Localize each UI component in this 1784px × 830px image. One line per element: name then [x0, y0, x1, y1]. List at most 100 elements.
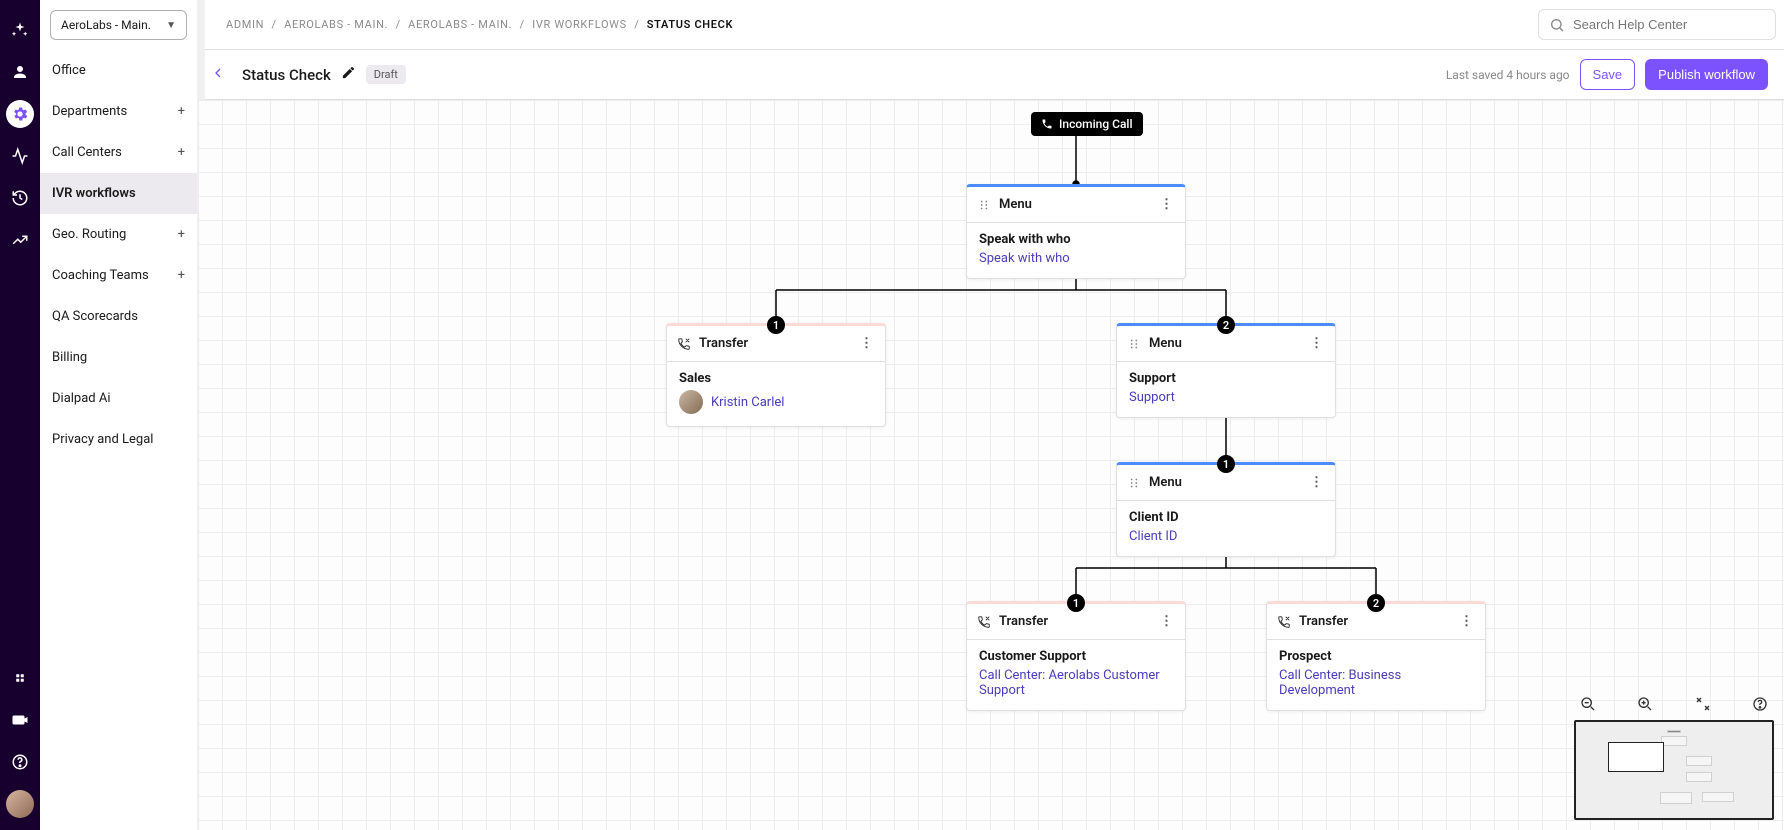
node-title: Support: [1129, 371, 1323, 386]
person-icon[interactable]: [6, 58, 34, 86]
start-node[interactable]: Incoming Call: [1031, 112, 1143, 136]
node-transfer-sales[interactable]: 1 Transfer ⋮ Sales Kristin Carlel: [666, 323, 886, 427]
sidebar-item-departments[interactable]: Departments +: [40, 91, 197, 132]
node-menu-clientid[interactable]: 1 Menu ⋮ Client ID Client ID: [1116, 462, 1336, 557]
sidebar-item-coaching-teams[interactable]: Coaching Teams +: [40, 255, 197, 296]
sparkle-icon[interactable]: [6, 16, 34, 44]
search-field[interactable]: [1571, 16, 1765, 33]
key-badge: 2: [1217, 316, 1235, 334]
workflow-title: Status Check: [242, 66, 331, 84]
more-icon[interactable]: ⋮: [1158, 195, 1175, 214]
node-type-label: Transfer: [699, 336, 748, 351]
more-icon[interactable]: ⋮: [1458, 612, 1475, 631]
sidebar-item-callcenters[interactable]: Call Centers +: [40, 132, 197, 173]
sidebar-item-label: Geo. Routing: [52, 227, 126, 242]
search-icon: [1549, 17, 1565, 33]
back-button[interactable]: [210, 65, 226, 85]
video-icon[interactable]: [6, 706, 34, 734]
sidebar-item-office[interactable]: Office: [40, 50, 197, 91]
publish-button[interactable]: Publish workflow: [1645, 59, 1768, 90]
transfer-icon: [677, 337, 691, 351]
node-title: Sales: [679, 371, 873, 386]
trending-icon[interactable]: [6, 226, 34, 254]
org-selector[interactable]: AeroLabs - Main. ▼: [50, 10, 187, 40]
icon-rail: [0, 0, 40, 830]
sidebar-item-label: Departments: [52, 104, 127, 119]
help-icon[interactable]: [6, 748, 34, 776]
crumb[interactable]: IVR WORKFLOWS: [532, 18, 627, 31]
gear-icon[interactable]: [6, 100, 34, 128]
crumb[interactable]: ADMIN: [226, 18, 264, 31]
drag-handle-icon[interactable]: [1127, 476, 1141, 490]
key-badge: 1: [1217, 455, 1235, 473]
key-badge: 1: [1067, 594, 1085, 612]
minimap-viewport[interactable]: [1608, 742, 1664, 772]
edit-title-button[interactable]: [341, 65, 356, 84]
node-subtitle: Call Center: Aerolabs Customer Support: [979, 668, 1173, 698]
sidebar-item-dialpad-ai[interactable]: Dialpad Ai: [40, 378, 197, 419]
sidebar-item-label: QA Scorecards: [52, 309, 138, 324]
node-person[interactable]: Kristin Carlel: [711, 395, 784, 410]
node-menu-speak[interactable]: Menu ⋮ Speak with who Speak with who: [966, 184, 1186, 279]
sidebar-item-label: Privacy and Legal: [52, 432, 153, 447]
plus-icon[interactable]: +: [178, 268, 185, 283]
minimap[interactable]: [1574, 720, 1774, 820]
more-icon[interactable]: ⋮: [1308, 473, 1325, 492]
sidebar-item-qa-scorecards[interactable]: QA Scorecards: [40, 296, 197, 337]
node-transfer-cs[interactable]: 1 Transfer ⋮ Customer Support Call Cente…: [966, 601, 1186, 711]
integrations-icon[interactable]: [6, 664, 34, 692]
sidebar-item-label: Call Centers: [52, 145, 122, 160]
drag-handle-icon[interactable]: [977, 198, 991, 212]
user-avatar[interactable]: [6, 790, 34, 818]
sidebar-item-privacy-legal[interactable]: Privacy and Legal: [40, 419, 197, 460]
start-node-label: Incoming Call: [1059, 117, 1133, 131]
node-type-label: Transfer: [999, 614, 1048, 629]
sidebar-item-label: Billing: [52, 350, 87, 365]
plus-icon[interactable]: +: [178, 104, 185, 119]
history-icon[interactable]: [6, 184, 34, 212]
node-transfer-prospect[interactable]: 2 Transfer ⋮ Prospect Call Center: Busin…: [1266, 601, 1486, 711]
plus-icon[interactable]: +: [178, 227, 185, 242]
canvas-tools: [1574, 694, 1774, 820]
workflow-canvas[interactable]: Incoming Call Menu ⋮ Speak with who Spea…: [198, 100, 1784, 830]
sidebar-item-ivr-workflows[interactable]: IVR workflows: [40, 173, 197, 214]
activity-icon[interactable]: [6, 142, 34, 170]
node-type-label: Menu: [1149, 336, 1182, 351]
transfer-icon: [977, 615, 991, 629]
node-title: Speak with who: [979, 232, 1173, 247]
crumb[interactable]: AEROLABS - MAIN.: [408, 18, 512, 31]
node-subtitle: Support: [1129, 390, 1323, 405]
sidebar: AeroLabs - Main. ▼ Office Departments + …: [40, 0, 198, 830]
node-subtitle: Call Center: Business Development: [1279, 668, 1473, 698]
more-icon[interactable]: ⋮: [858, 334, 875, 353]
crumb[interactable]: AEROLABS - MAIN.: [284, 18, 388, 31]
avatar: [679, 390, 703, 414]
node-subtitle: Client ID: [1129, 529, 1323, 544]
status-badge: Draft: [366, 65, 406, 84]
breadcrumb: ADMIN / AEROLABS - MAIN. / AEROLABS - MA…: [226, 18, 733, 31]
sidebar-item-georouting[interactable]: Geo. Routing +: [40, 214, 197, 255]
save-button[interactable]: Save: [1580, 59, 1636, 90]
sidebar-item-label: Office: [52, 63, 86, 78]
sidebar-item-label: IVR workflows: [52, 186, 136, 201]
topbar: ADMIN / AEROLABS - MAIN. / AEROLABS - MA…: [198, 0, 1784, 50]
node-type-label: Transfer: [1299, 614, 1348, 629]
drag-handle-icon[interactable]: [1127, 337, 1141, 351]
fit-view-button[interactable]: [1693, 694, 1713, 714]
zoom-in-button[interactable]: [1635, 694, 1655, 714]
zoom-out-button[interactable]: [1578, 694, 1598, 714]
plus-icon[interactable]: +: [178, 145, 185, 160]
node-title: Customer Support: [979, 649, 1173, 664]
more-icon[interactable]: ⋮: [1308, 334, 1325, 353]
sidebar-item-billing[interactable]: Billing: [40, 337, 197, 378]
last-saved-label: Last saved 4 hours ago: [1446, 68, 1570, 82]
node-menu-support[interactable]: 2 Menu ⋮ Support Support: [1116, 323, 1336, 418]
node-subtitle: Speak with who: [979, 251, 1173, 266]
key-badge: 2: [1367, 594, 1385, 612]
more-icon[interactable]: ⋮: [1158, 612, 1175, 631]
node-title: Prospect: [1279, 649, 1473, 664]
transfer-icon: [1277, 615, 1291, 629]
search-input[interactable]: [1538, 9, 1776, 40]
workflow-header: Status Check Draft Last saved 4 hours ag…: [198, 50, 1784, 100]
canvas-help-button[interactable]: [1750, 694, 1770, 714]
